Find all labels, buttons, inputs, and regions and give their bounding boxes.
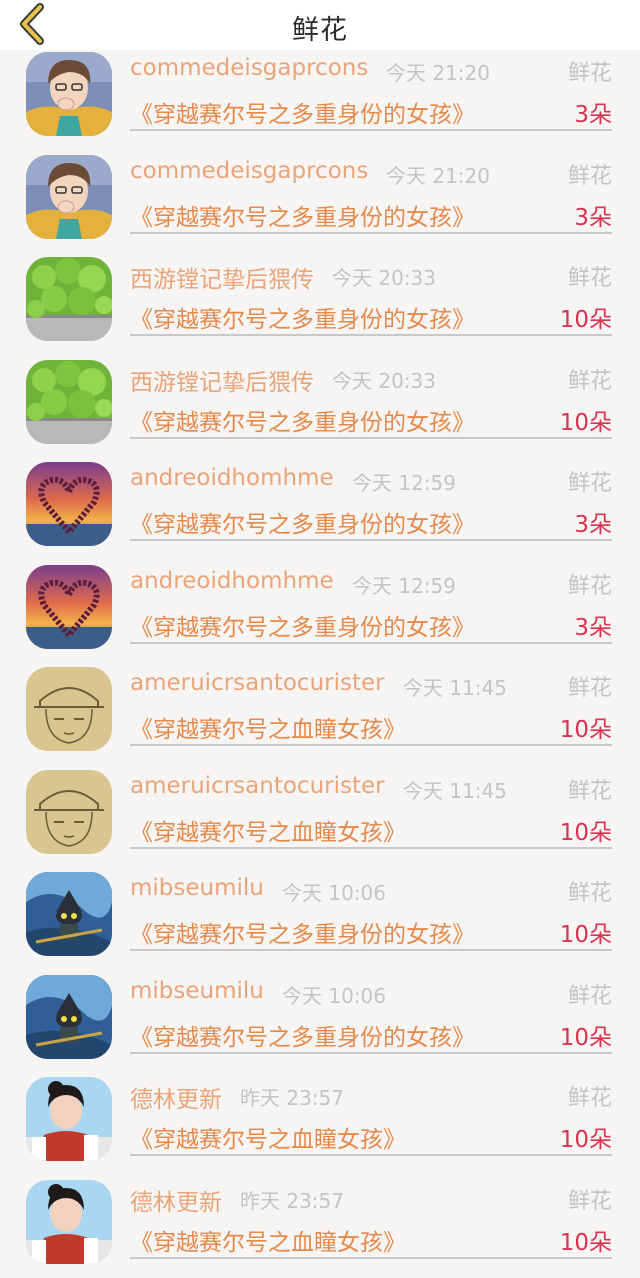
book-title[interactable]: 《穿越赛尔号之多重身份的女孩》	[130, 403, 475, 437]
gift-count: 10朵	[560, 915, 612, 949]
book-title[interactable]: 《穿越赛尔号之血瞳女孩》	[130, 1120, 406, 1154]
gift-type: 鲜花	[568, 773, 612, 805]
page-title: 鲜花	[0, 8, 640, 47]
divider	[130, 334, 612, 336]
list-item[interactable]: ameruicrsantocurister 今天 11:45 鲜花《穿越赛尔号之血瞳…	[0, 663, 640, 766]
user-name[interactable]: commedeisgaprcons	[130, 55, 368, 81]
gift-count: 10朵	[560, 1223, 612, 1257]
book-title[interactable]: 《穿越赛尔号之血瞳女孩》	[130, 710, 406, 744]
book-title[interactable]: 《穿越赛尔号之多重身份的女孩》	[130, 505, 475, 539]
avatar[interactable]	[26, 770, 112, 854]
book-title[interactable]: 《穿越赛尔号之血瞳女孩》	[130, 1223, 406, 1257]
gift-count: 3朵	[574, 95, 612, 129]
timestamp: 今天 11:45	[403, 775, 507, 804]
gift-count: 10朵	[560, 710, 612, 744]
avatar[interactable]	[26, 257, 112, 341]
divider	[130, 129, 612, 131]
timestamp: 今天 12:59	[352, 467, 456, 496]
gift-count: 3朵	[574, 608, 612, 642]
list-item[interactable]: andreoidhomhme 今天 12:59 鲜花《穿越赛尔号之多重身份的女孩》 3…	[0, 458, 640, 561]
avatar[interactable]	[26, 52, 112, 136]
book-title[interactable]: 《穿越赛尔号之多重身份的女孩》	[130, 95, 475, 129]
list-item[interactable]: 西游镗记挚后猥传今天 20:33 鲜花《穿越赛尔号之多重身份的女孩》 10朵	[0, 356, 640, 459]
avatar[interactable]	[26, 872, 112, 956]
gift-count: 3朵	[574, 505, 612, 539]
list-item[interactable]: mibseumilu 今天 10:06 鲜花《穿越赛尔号之多重身份的女孩》 10朵	[0, 868, 640, 971]
timestamp: 今天 10:06	[282, 877, 386, 906]
gift-count: 10朵	[560, 813, 612, 847]
gift-type: 鲜花	[568, 363, 612, 395]
timestamp: 今天 11:45	[403, 672, 507, 701]
gift-type: 鲜花	[568, 670, 612, 702]
list-item[interactable]: commedeisgaprcons 今天 21:20 鲜花《穿越赛尔号之多重身份的女…	[0, 151, 640, 254]
timestamp: 今天 12:59	[352, 570, 456, 599]
user-name[interactable]: andreoidhomhme	[130, 465, 334, 491]
gift-type: 鲜花	[568, 978, 612, 1010]
gift-type: 鲜花	[568, 260, 612, 292]
divider	[130, 642, 612, 644]
list-item[interactable]: commedeisgaprcons 今天 21:20 鲜花《穿越赛尔号之多重身份的女…	[0, 48, 640, 151]
avatar[interactable]	[26, 462, 112, 546]
book-title[interactable]: 《穿越赛尔号之血瞳女孩》	[130, 813, 406, 847]
divider	[130, 847, 612, 849]
avatar[interactable]	[26, 155, 112, 239]
divider	[130, 1257, 612, 1259]
timestamp: 昨天 23:57	[240, 1082, 344, 1111]
timestamp: 今天 21:20	[386, 160, 490, 189]
gift-type: 鲜花	[568, 1080, 612, 1112]
divider	[130, 437, 612, 439]
nav-bar: 鲜花	[0, 0, 640, 50]
gift-count: 10朵	[560, 300, 612, 334]
book-title[interactable]: 《穿越赛尔号之多重身份的女孩》	[130, 198, 475, 232]
user-name[interactable]: ameruicrsantocurister	[130, 773, 385, 799]
timestamp: 今天 21:20	[386, 57, 490, 86]
book-title[interactable]: 《穿越赛尔号之多重身份的女孩》	[130, 1018, 475, 1052]
user-name[interactable]: andreoidhomhme	[130, 568, 334, 594]
timestamp: 今天 20:33	[332, 262, 436, 291]
book-title[interactable]: 《穿越赛尔号之多重身份的女孩》	[130, 608, 475, 642]
gift-type: 鲜花	[568, 158, 612, 190]
avatar[interactable]	[26, 1077, 112, 1161]
timestamp: 昨天 23:57	[240, 1185, 344, 1214]
gift-count: 3朵	[574, 198, 612, 232]
list-item[interactable]: 德林更新昨天 23:57 鲜花《穿越赛尔号之血瞳女孩》 10朵	[0, 1073, 640, 1176]
avatar[interactable]	[26, 1180, 112, 1264]
gift-type: 鲜花	[568, 875, 612, 907]
divider	[130, 949, 612, 951]
gift-type: 鲜花	[568, 465, 612, 497]
user-name[interactable]: 西游镗记挚后猥传	[130, 260, 314, 294]
user-name[interactable]: 德林更新	[130, 1080, 222, 1114]
avatar[interactable]	[26, 360, 112, 444]
list-item[interactable]: mibseumilu 今天 10:06 鲜花《穿越赛尔号之多重身份的女孩》 10朵	[0, 971, 640, 1074]
timestamp: 今天 10:06	[282, 980, 386, 1009]
book-title[interactable]: 《穿越赛尔号之多重身份的女孩》	[130, 915, 475, 949]
gift-count: 10朵	[560, 1018, 612, 1052]
timestamp: 今天 20:33	[332, 365, 436, 394]
gift-count: 10朵	[560, 1120, 612, 1154]
user-name[interactable]: 德林更新	[130, 1183, 222, 1217]
gift-type: 鲜花	[568, 568, 612, 600]
list-item[interactable]: andreoidhomhme 今天 12:59 鲜花《穿越赛尔号之多重身份的女孩》 3…	[0, 561, 640, 664]
flower-gift-list: commedeisgaprcons今天 21:20鲜花《穿越赛尔号之多重身份的女…	[0, 48, 640, 1278]
avatar[interactable]	[26, 667, 112, 751]
list-item[interactable]: ameruicrsantocurister 今天 11:45 鲜花《穿越赛尔号之血瞳…	[0, 766, 640, 869]
gift-count: 10朵	[560, 403, 612, 437]
divider	[130, 744, 612, 746]
user-name[interactable]: 西游镗记挚后猥传	[130, 363, 314, 397]
divider	[130, 539, 612, 541]
gift-type: 鲜花	[568, 55, 612, 87]
gift-type: 鲜花	[568, 1183, 612, 1215]
avatar[interactable]	[26, 565, 112, 649]
book-title[interactable]: 《穿越赛尔号之多重身份的女孩》	[130, 300, 475, 334]
user-name[interactable]: mibseumilu	[130, 978, 264, 1004]
divider	[130, 1154, 612, 1156]
list-item[interactable]: 西游镗记挚后猥传今天 20:33 鲜花《穿越赛尔号之多重身份的女孩》 10朵	[0, 253, 640, 356]
user-name[interactable]: ameruicrsantocurister	[130, 670, 385, 696]
user-name[interactable]: mibseumilu	[130, 875, 264, 901]
divider	[130, 1052, 612, 1054]
user-name[interactable]: commedeisgaprcons	[130, 158, 368, 184]
list-item[interactable]: 德林更新昨天 23:57 鲜花《穿越赛尔号之血瞳女孩》 10朵	[0, 1176, 640, 1278]
divider	[130, 232, 612, 234]
avatar[interactable]	[26, 975, 112, 1059]
